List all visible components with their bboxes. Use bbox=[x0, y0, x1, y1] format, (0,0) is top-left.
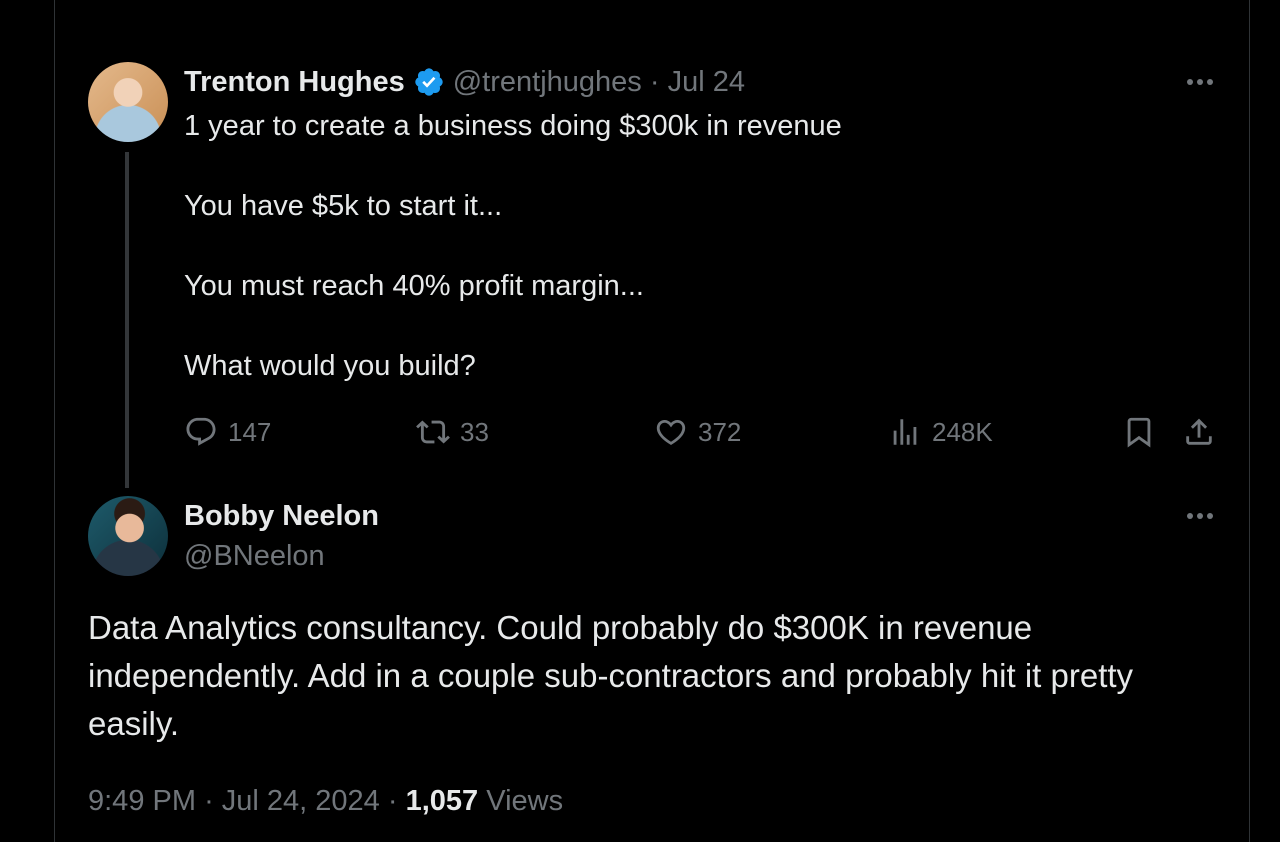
repost-button[interactable]: 33 bbox=[416, 412, 489, 452]
reply-count: 147 bbox=[228, 416, 272, 447]
reply-views-count[interactable]: 1,057 bbox=[406, 785, 479, 817]
reply-date[interactable]: Jul 24, 2024 bbox=[222, 785, 380, 817]
like-button[interactable]: 372 bbox=[654, 412, 741, 452]
reply-views-label: Views bbox=[486, 785, 564, 817]
reply-button[interactable]: 147 bbox=[184, 412, 271, 452]
views-count: 248K bbox=[932, 416, 993, 447]
reply-more-options-icon[interactable] bbox=[1180, 496, 1220, 536]
trenton-hughes-avatar[interactable] bbox=[88, 62, 168, 142]
bookmark-button[interactable] bbox=[1122, 412, 1166, 452]
bookmark-icon bbox=[1127, 417, 1151, 448]
repost-count: 33 bbox=[460, 416, 489, 447]
share-icon bbox=[1186, 418, 1212, 445]
meta-separator: · bbox=[649, 65, 660, 98]
bobby-neelon-avatar[interactable] bbox=[88, 496, 168, 576]
original-tweet-text: 1 year to create a business doing $300k … bbox=[184, 110, 842, 382]
reply-icon bbox=[186, 417, 216, 446]
verified-badge-icon[interactable] bbox=[413, 66, 445, 98]
thread-connector-line bbox=[125, 152, 129, 488]
reply-tweet-text: Data Analytics consultancy. Could probab… bbox=[88, 609, 1134, 742]
meta-separator: · bbox=[204, 785, 214, 817]
views-button[interactable]: 248K bbox=[888, 412, 993, 452]
analytics-icon bbox=[893, 419, 917, 445]
share-button[interactable] bbox=[1182, 412, 1226, 452]
author-handle[interactable]: @trentjhughes bbox=[453, 66, 642, 99]
original-tweet-header: Trenton Hughes @trentjhughes · Jul 24 bbox=[184, 62, 745, 102]
reply-time[interactable]: 9:49 PM bbox=[88, 785, 196, 817]
tweet-date[interactable]: Jul 24 bbox=[668, 66, 745, 99]
meta-separator: · bbox=[387, 785, 398, 817]
repost-icon bbox=[416, 420, 450, 444]
reply-author-handle[interactable]: @BNeelon bbox=[184, 536, 325, 576]
author-name[interactable]: Trenton Hughes bbox=[184, 66, 405, 99]
reply-tweet-meta: 9:49 PM · Jul 24, 2024 · 1,057 Views bbox=[88, 780, 563, 822]
heart-icon bbox=[656, 419, 686, 445]
like-count: 372 bbox=[698, 416, 742, 447]
more-options-icon[interactable] bbox=[1180, 62, 1220, 102]
reply-author-name[interactable]: Bobby Neelon bbox=[184, 496, 379, 536]
